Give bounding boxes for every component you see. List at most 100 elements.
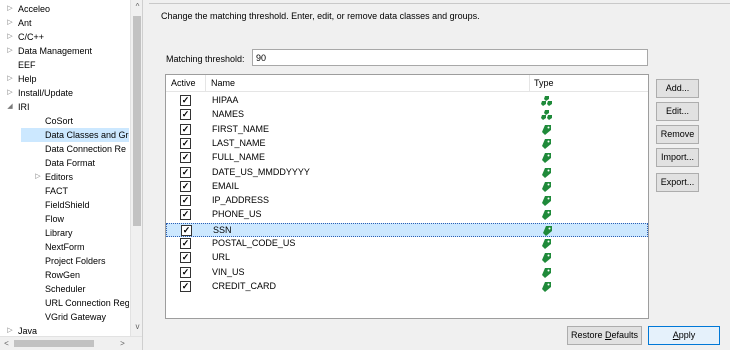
tree-item[interactable]: ▷ Data Management <box>5 44 130 58</box>
expand-toggle-icon[interactable]: ▷ <box>5 2 15 16</box>
matching-threshold-label: Matching threshold: <box>166 54 245 64</box>
restore-defaults-button[interactable]: Restore Defaults <box>567 326 642 345</box>
tree-item[interactable]: VGrid Gateway <box>21 310 129 324</box>
tree-vertical-scroll-thumb[interactable] <box>133 16 141 226</box>
table-row[interactable]: ✓ DATE_US_MMDDYYYY <box>166 166 648 180</box>
active-checkbox[interactable]: ✓ <box>181 224 192 236</box>
tree-item-label: Data Management <box>18 46 93 56</box>
active-checkbox[interactable]: ✓ <box>180 95 191 106</box>
restore-defaults-label-start: Restore <box>570 330 605 340</box>
tree-item[interactable]: Flow <box>21 212 129 226</box>
active-checkbox[interactable]: ✓ <box>180 166 191 178</box>
tree-item-label: RowGen <box>45 270 81 280</box>
expand-toggle-icon[interactable]: ▷ <box>5 72 15 86</box>
tree-item[interactable]: Data Format <box>21 156 129 170</box>
column-separator[interactable] <box>205 75 206 92</box>
apply-button[interactable]: Apply <box>648 326 720 345</box>
tree-item[interactable]: Scheduler <box>21 282 129 296</box>
expand-toggle-icon[interactable]: ▷ <box>5 44 15 58</box>
tree-item-label: EEF <box>18 60 36 70</box>
preferences-tree[interactable]: ▷ Acceleo ▷ Ant ▷ C/C++ ▷ Data Management EEF ▷ He… <box>0 0 143 350</box>
column-header-type[interactable]: Type <box>534 78 554 88</box>
active-checkbox[interactable]: ✓ <box>180 109 191 121</box>
table-row[interactable]: ✓ SSN <box>166 222 648 237</box>
scroll-right-icon[interactable]: > <box>116 337 129 350</box>
expand-toggle-icon[interactable]: ◢ <box>5 100 15 114</box>
table-row[interactable]: ✓ FULL_NAME <box>166 151 648 165</box>
tree-item-label: VGrid Gateway <box>45 312 107 322</box>
active-checkbox[interactable]: ✓ <box>180 123 191 135</box>
table-row[interactable]: ✓ URL <box>166 251 648 265</box>
table-header: Active Name Type <box>166 75 648 92</box>
tree-item[interactable]: ◢ IRI <box>5 100 130 114</box>
active-checkbox[interactable]: ✓ <box>180 280 191 292</box>
tree-item[interactable]: ▷ Acceleo <box>5 2 130 16</box>
active-checkbox[interactable]: ✓ <box>180 152 191 164</box>
scroll-down-icon[interactable]: v <box>131 320 142 334</box>
table-row[interactable]: ✓ EMAIL <box>166 180 648 194</box>
expand-toggle-icon[interactable]: ▷ <box>5 30 15 44</box>
active-checkbox[interactable]: ✓ <box>180 209 191 221</box>
remove-button[interactable]: Remove <box>656 125 699 144</box>
import-button[interactable]: Import... <box>656 148 699 167</box>
active-checkbox[interactable]: ✓ <box>180 195 191 207</box>
tree-item[interactable]: Project Folders <box>21 254 129 268</box>
tree-item-label: Scheduler <box>45 284 86 294</box>
tree-item-label: Flow <box>45 214 65 224</box>
column-header-active[interactable]: Active <box>171 78 196 88</box>
data-classes-table[interactable]: Active Name Type ✓ HIPAA ✓ NAMES ✓ FIRST_NAME… <box>165 74 649 319</box>
add-button[interactable]: Add... <box>656 79 699 98</box>
tag-icon <box>540 152 552 164</box>
tree-item[interactable]: URL Connection Reg <box>21 296 129 310</box>
tree-item[interactable]: CoSort <box>21 114 129 128</box>
table-row[interactable]: ✓ FIRST_NAME <box>166 123 648 137</box>
tree-item[interactable]: FieldShield <box>21 198 129 212</box>
data-class-name: FULL_NAME <box>212 152 266 163</box>
tree-item[interactable]: NextForm <box>21 240 129 254</box>
tree-item[interactable]: ▷ Help <box>5 72 130 86</box>
table-row[interactable]: ✓ PHONE_US <box>166 208 648 222</box>
expand-toggle-icon[interactable]: ▷ <box>5 86 15 100</box>
matching-threshold-input[interactable] <box>252 49 648 66</box>
tree-item[interactable]: FACT <box>21 184 129 198</box>
tree-item-label: Ant <box>18 18 32 28</box>
table-row[interactable]: ✓ CREDIT_CARD <box>166 280 648 294</box>
tag-icon <box>540 138 552 150</box>
table-row[interactable]: ✓ LAST_NAME <box>166 137 648 151</box>
active-checkbox[interactable]: ✓ <box>180 137 191 149</box>
tree-item[interactable]: ▷ Editors <box>21 170 129 184</box>
tree-item[interactable]: ▷ Install/Update <box>5 86 130 100</box>
top-divider <box>149 0 730 4</box>
tree-item[interactable]: ▷ Ant <box>5 16 130 30</box>
tree-item[interactable]: ▷ C/C++ <box>5 30 130 44</box>
active-checkbox[interactable]: ✓ <box>180 180 191 192</box>
table-row[interactable]: ✓ POSTAL_CODE_US <box>166 237 648 251</box>
tree-item[interactable]: EEF <box>5 58 130 72</box>
table-row[interactable]: ✓ VIN_US <box>166 266 648 280</box>
tree-item-label: CoSort <box>45 116 74 126</box>
tree-item-label: Acceleo <box>18 4 51 14</box>
column-separator[interactable] <box>529 75 530 92</box>
tree-item[interactable]: Library <box>21 226 129 240</box>
scroll-up-icon[interactable]: ^ <box>131 0 142 14</box>
tree-item[interactable]: RowGen <box>21 268 129 282</box>
active-checkbox[interactable]: ✓ <box>180 238 191 249</box>
table-row[interactable]: ✓ IP_ADDRESS <box>166 194 648 208</box>
expand-toggle-icon[interactable]: ▷ <box>33 170 43 184</box>
tree-vertical-scrollbar[interactable]: ^ v <box>130 0 142 336</box>
tree-horizontal-scrollbar[interactable]: < > <box>0 336 142 350</box>
tree-item[interactable]: Data Classes and Gro <box>21 128 129 142</box>
tag-icon <box>540 209 552 221</box>
active-checkbox[interactable]: ✓ <box>180 252 191 264</box>
active-checkbox[interactable]: ✓ <box>180 266 191 278</box>
table-row[interactable]: ✓ NAMES <box>166 108 648 122</box>
tree-item[interactable]: Data Connection Re <box>21 142 129 156</box>
scroll-left-icon[interactable]: < <box>0 337 13 350</box>
table-row[interactable]: ✓ HIPAA <box>166 94 648 108</box>
expand-toggle-icon[interactable]: ▷ <box>5 16 15 30</box>
tree-item-label: Editors <box>45 172 74 182</box>
edit-button[interactable]: Edit... <box>656 102 699 121</box>
export-button[interactable]: Export... <box>656 173 699 192</box>
column-header-name[interactable]: Name <box>211 78 235 88</box>
tree-horizontal-scroll-thumb[interactable] <box>14 340 94 347</box>
